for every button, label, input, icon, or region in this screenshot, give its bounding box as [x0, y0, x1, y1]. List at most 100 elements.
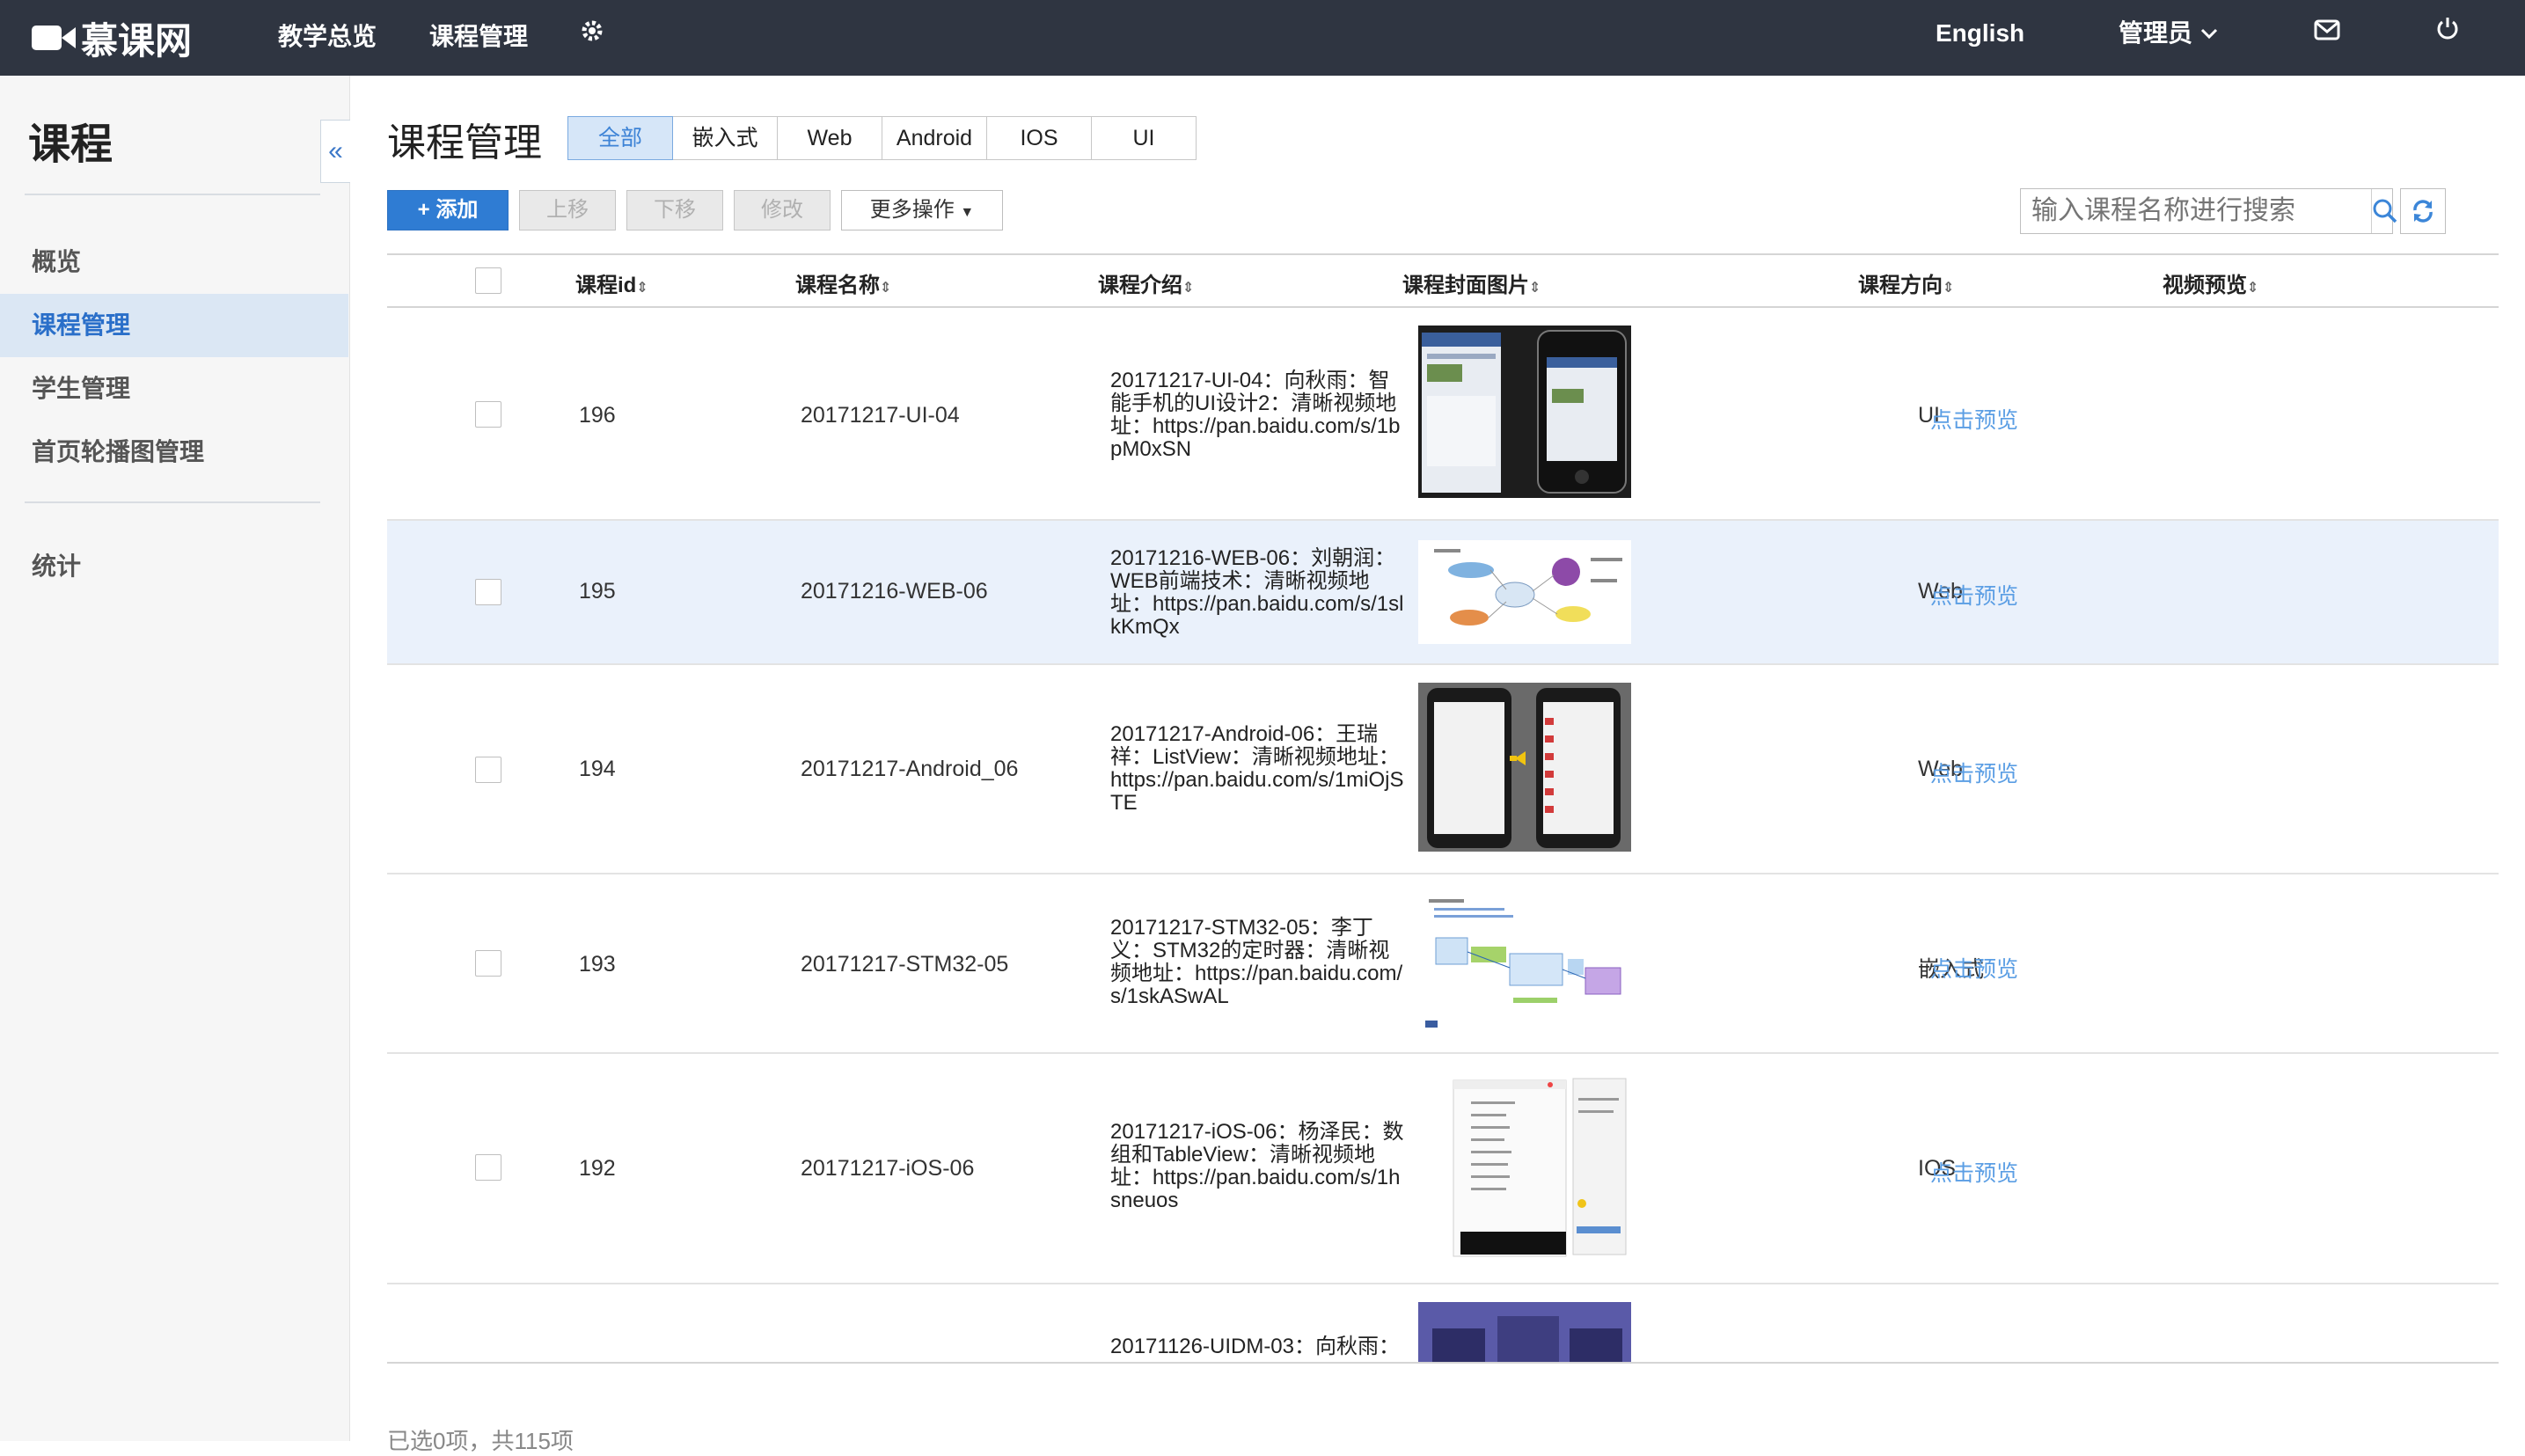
direction-tabs: 全部 嵌入式 Web Android IOS UI — [567, 116, 1197, 160]
table-row[interactable]: 20171126-UIDM-03：向秋雨： — [387, 1284, 2499, 1362]
course-id: 196 — [579, 403, 616, 428]
column-header-id-label: 课程id — [575, 274, 637, 297]
power-icon[interactable] — [2435, 16, 2460, 40]
table-header: 课程id⇕ 课程名称⇕ 课程介绍⇕ 课程封面图片⇕ 课程方向⇕ 视频预览⇕ — [387, 253, 2499, 308]
table-row[interactable]: 192 20171217-iOS-06 20171217-iOS-06：杨泽民：… — [387, 1054, 2499, 1284]
double-chevron-left-icon: « — [328, 136, 343, 165]
course-intro: 20171217-STM32-05：李丁义：STM32的定时器：清晰视频地址：h… — [1110, 916, 1403, 1008]
table-row[interactable]: 195 20171216-WEB-06 20171216-WEB-06：刘朝润：… — [387, 521, 2499, 665]
tab-all[interactable]: 全部 — [567, 116, 673, 160]
brand-name: 慕课网 — [81, 19, 193, 62]
column-header-direction-label: 课程方向 — [1858, 274, 1943, 297]
move-up-button[interactable]: 上移 — [519, 190, 616, 230]
more-actions-label: 更多操作 — [869, 198, 955, 222]
sort-icon: ⇕ — [1943, 281, 1955, 296]
add-button[interactable]: + 添加 — [387, 190, 509, 230]
sidebar-divider — [25, 194, 320, 195]
column-header-intro-label: 课程介绍 — [1098, 274, 1182, 297]
tab-ios[interactable]: IOS — [986, 116, 1092, 160]
tab-android[interactable]: Android — [882, 116, 987, 160]
preview-link[interactable]: 点击预览 — [1930, 579, 2018, 611]
more-actions-button[interactable]: 更多操作 ▼ — [841, 190, 1003, 230]
course-id: 193 — [579, 952, 616, 977]
sidebar-title: 课程 — [28, 121, 113, 168]
column-header-preview[interactable]: 视频预览⇕ — [2163, 267, 2258, 298]
video-camera-icon — [32, 26, 76, 50]
column-header-id[interactable]: 课程id⇕ — [575, 267, 648, 298]
search-icon — [2373, 199, 2397, 223]
table-row[interactable]: 196 20171217-UI-04 20171217-UI-04：向秋雨：智能… — [387, 308, 2499, 521]
column-header-cover[interactable]: 课程封面图片⇕ — [1402, 267, 1541, 298]
sidebar-item-carousel-management[interactable]: 首页轮播图管理 — [0, 421, 348, 484]
sidebar-item-course-management[interactable]: 课程管理 — [0, 294, 348, 357]
column-header-name[interactable]: 课程名称⇕ — [795, 267, 891, 298]
refresh-button[interactable] — [2400, 188, 2446, 234]
course-intro: 20171216-WEB-06：刘朝润：WEB前端技术：清晰视频地址：https… — [1110, 546, 1404, 639]
course-name: 20171216-WEB-06 — [801, 579, 988, 604]
page-title: 课程管理 — [387, 121, 542, 165]
user-menu[interactable]: 管理员 — [2119, 14, 2219, 53]
sidebar-divider — [25, 501, 320, 503]
add-button-label: 添加 — [435, 198, 479, 222]
preview-link[interactable]: 点击预览 — [1930, 952, 2018, 984]
sidebar-item-statistics[interactable]: 统计 — [0, 535, 348, 598]
tab-ui[interactable]: UI — [1091, 116, 1197, 160]
row-checkbox[interactable] — [475, 579, 501, 605]
course-intro: 20171126-UIDM-03：向秋雨： — [1110, 1335, 1401, 1358]
course-cover-image — [1418, 892, 1631, 1036]
tab-embedded[interactable]: 嵌入式 — [672, 116, 778, 160]
tab-web[interactable]: Web — [777, 116, 882, 160]
course-intro: 20171217-UI-04：向秋雨：智能手机的UI设计2：清晰视频地址：htt… — [1110, 369, 1401, 461]
course-search — [2020, 188, 2397, 234]
sidebar-item-student-management[interactable]: 学生管理 — [0, 357, 348, 421]
row-checkbox[interactable] — [475, 1154, 501, 1181]
nav-course-management[interactable]: 课程管理 — [429, 18, 528, 56]
row-checkbox[interactable] — [475, 950, 501, 977]
table-row[interactable]: 193 20171217-STM32-05 20171217-STM32-05：… — [387, 874, 2499, 1054]
course-id: 192 — [579, 1156, 616, 1181]
course-cover-image — [1418, 1072, 1631, 1262]
preview-link[interactable]: 点击预览 — [1930, 403, 2018, 435]
course-name: 20171217-STM32-05 — [801, 952, 1009, 977]
top-navbar: 慕课网 教学总览 课程管理 English 管理员 — [0, 0, 2525, 76]
row-checkbox[interactable] — [475, 757, 501, 783]
course-cover-image — [1418, 1302, 1631, 1362]
move-down-button[interactable]: 下移 — [626, 190, 723, 230]
chevron-down-icon — [2200, 28, 2218, 40]
sort-icon: ⇕ — [636, 281, 648, 296]
course-name: 20171217-Android_06 — [801, 757, 1019, 781]
preview-link[interactable]: 点击预览 — [1930, 757, 2018, 788]
column-header-intro[interactable]: 课程介绍⇕ — [1098, 267, 1194, 298]
main-content: 课程管理 全部 嵌入式 Web Android IOS UI + 添加 上移 下… — [350, 76, 2525, 1454]
course-id: 194 — [579, 757, 616, 781]
plus-icon: + — [417, 198, 430, 222]
column-header-preview-label: 视频预览 — [2163, 274, 2247, 297]
search-button[interactable] — [2371, 189, 2398, 233]
search-input[interactable] — [2021, 189, 2371, 233]
nav-teaching-overview[interactable]: 教学总览 — [278, 18, 377, 56]
row-checkbox[interactable] — [475, 401, 501, 428]
course-cover-image — [1418, 683, 1631, 852]
course-name: 20171217-UI-04 — [801, 403, 960, 428]
mail-icon[interactable] — [2314, 19, 2340, 40]
refresh-icon — [2413, 200, 2433, 223]
sidebar-item-overview[interactable]: 概览 — [0, 230, 348, 294]
course-id: 195 — [579, 579, 616, 604]
edit-button[interactable]: 修改 — [734, 190, 831, 230]
sidebar: 课程 « 概览 课程管理 学生管理 首页轮播图管理 统计 — [0, 76, 350, 1441]
table-row[interactable]: 194 20171217-Android_06 20171217-Android… — [387, 665, 2499, 874]
select-all-checkbox[interactable] — [475, 267, 501, 294]
sort-icon: ⇕ — [2247, 281, 2259, 296]
course-table: 课程id⇕ 课程名称⇕ 课程介绍⇕ 课程封面图片⇕ 课程方向⇕ 视频预览⇕ 19… — [387, 253, 2499, 1364]
column-header-direction[interactable]: 课程方向⇕ — [1858, 267, 1954, 298]
course-cover-image — [1418, 326, 1631, 498]
collapse-sidebar-button[interactable]: « — [320, 120, 350, 183]
gear-icon[interactable] — [579, 18, 605, 44]
column-header-cover-label: 课程封面图片 — [1402, 274, 1529, 297]
preview-link[interactable]: 点击预览 — [1930, 1156, 2018, 1188]
course-cover-image — [1418, 540, 1631, 644]
sort-icon: ⇕ — [1529, 281, 1541, 296]
course-intro: 20171217-iOS-06：杨泽民：数组和TableView：清晰视频地址：… — [1110, 1120, 1404, 1212]
language-switch[interactable]: English — [1936, 14, 2024, 53]
brand-logo[interactable]: 慕课网 — [32, 12, 192, 63]
